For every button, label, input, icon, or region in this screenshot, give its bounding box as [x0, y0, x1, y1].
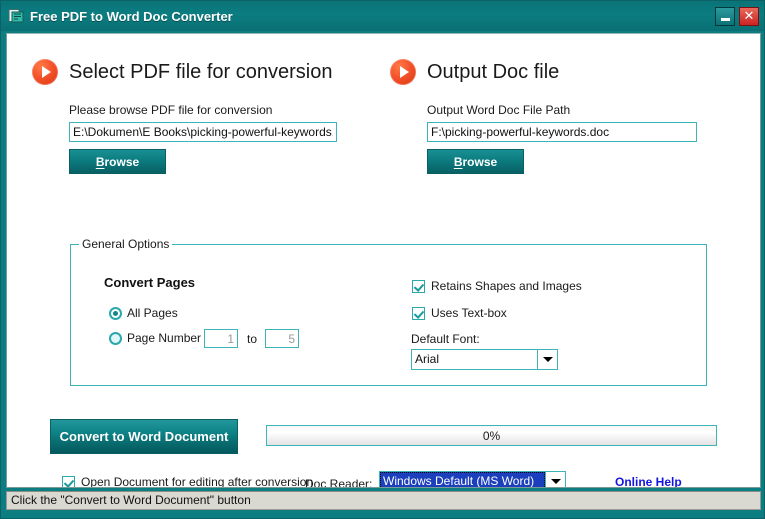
checkbox-uses-textbox-label: Uses Text-box [431, 306, 507, 320]
input-section-header: Select PDF file for conversion [32, 59, 332, 85]
application-window: Free PDF to Word Doc Converter ✕ Select … [0, 0, 765, 519]
checkbox-retains-shapes-label: Retains Shapes and Images [431, 279, 582, 293]
output-section-header: Output Doc file [390, 59, 559, 85]
doc-reader-combo[interactable]: Windows Default (MS Word) [379, 471, 566, 487]
checkbox-uses-textbox[interactable]: Uses Text-box [412, 306, 507, 320]
app-document-icon [7, 7, 25, 25]
doc-reader-value: Windows Default (MS Word) [379, 471, 546, 487]
minimize-icon [720, 17, 730, 21]
radio-page-number[interactable]: Page Number [109, 331, 201, 345]
close-button[interactable]: ✕ [739, 6, 759, 26]
doc-reader-label: Doc Reader: [305, 477, 373, 488]
title-bar: Free PDF to Word Doc Converter ✕ [1, 1, 764, 31]
input-section-title: Select PDF file for conversion [69, 60, 333, 83]
checkbox-open-after-conversion[interactable]: Open Document for editing after conversi… [62, 475, 314, 488]
checkbox-open-after-conversion-indicator [62, 475, 75, 487]
status-bar: Click the "Convert to Word Document" but… [6, 491, 761, 510]
browse-pdf-button[interactable]: Browse [69, 149, 166, 174]
radio-all-pages-label: All Pages [127, 306, 178, 320]
radio-all-pages-indicator [109, 306, 122, 320]
play-bullet-icon [390, 59, 416, 85]
checkbox-retains-shapes-indicator [412, 279, 425, 293]
input-path-label: Please browse PDF file for conversion [69, 103, 273, 117]
checkbox-open-after-conversion-label: Open Document for editing after conversi… [81, 475, 314, 488]
general-options-group: General Options Convert Pages All Pages … [70, 237, 707, 386]
page-range-to-label: to [247, 332, 258, 346]
convert-pages-heading: Convert Pages [104, 275, 196, 290]
convert-to-word-button[interactable]: Convert to Word Document [50, 419, 238, 454]
default-font-combo[interactable]: Arial [411, 349, 558, 370]
window-controls: ✕ [715, 6, 762, 26]
radio-page-number-label: Page Number [127, 331, 202, 345]
doc-path-input[interactable] [427, 122, 697, 142]
output-path-label: Output Word Doc File Path [427, 103, 571, 117]
page-to-input[interactable] [265, 329, 299, 348]
play-bullet-icon [32, 59, 58, 85]
pdf-path-input[interactable] [69, 122, 337, 142]
chevron-down-icon[interactable] [546, 471, 566, 487]
output-section-title: Output Doc file [427, 60, 560, 83]
radio-page-number-indicator [109, 331, 122, 345]
chevron-down-icon[interactable] [538, 349, 558, 370]
default-font-label: Default Font: [411, 332, 480, 346]
client-area: Select PDF file for conversion Please br… [6, 33, 761, 488]
window-title: Free PDF to Word Doc Converter [30, 8, 233, 24]
radio-all-pages[interactable]: All Pages [109, 306, 178, 320]
default-font-value: Arial [411, 349, 538, 370]
general-options-legend: General Options [79, 237, 173, 251]
minimize-button[interactable] [715, 6, 735, 26]
page-from-input[interactable] [204, 329, 238, 348]
checkbox-retains-shapes[interactable]: Retains Shapes and Images [412, 279, 582, 293]
browse-pdf-label-rest: rowse [104, 154, 140, 169]
conversion-progress-bar: 0% [266, 425, 717, 446]
close-icon: ✕ [743, 8, 755, 24]
browse-doc-label-rest: rowse [462, 154, 498, 169]
online-help-link[interactable]: Online Help [615, 475, 682, 487]
checkbox-uses-textbox-indicator [412, 306, 425, 320]
browse-doc-button[interactable]: Browse [427, 149, 524, 174]
progress-percent-label: 0% [482, 428, 501, 443]
